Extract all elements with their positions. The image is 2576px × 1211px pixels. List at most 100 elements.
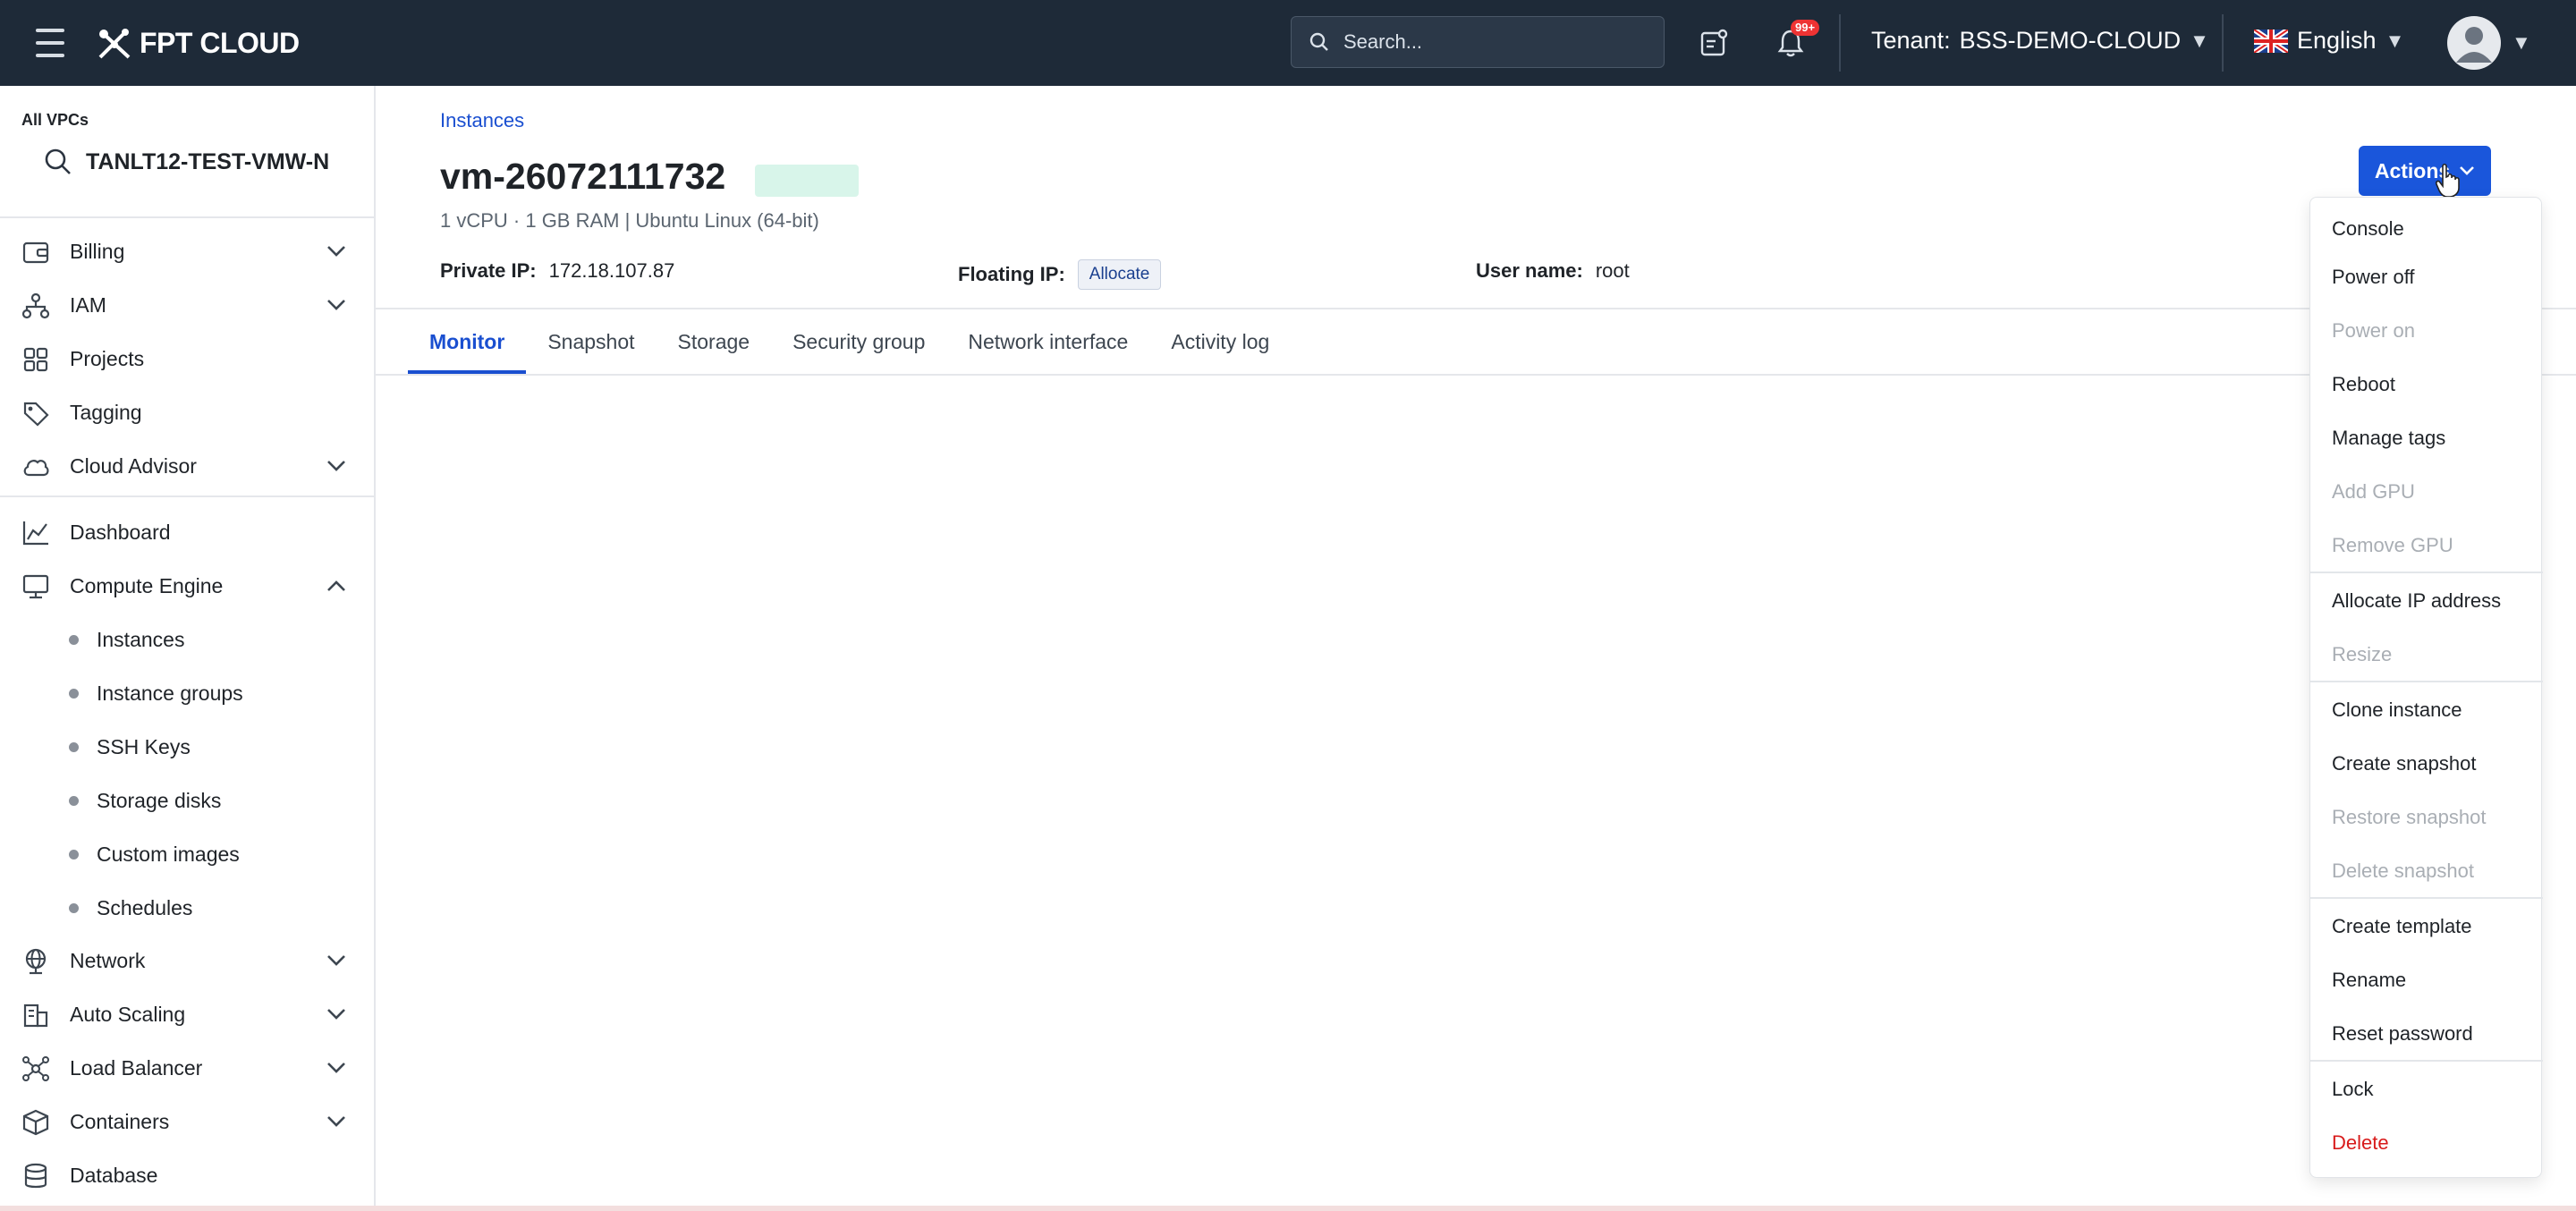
vm-specs: 1 vCPU · 1 GB RAM | Ubuntu Linux (64-bit…: [440, 209, 819, 232]
user-menu[interactable]: ▼: [2447, 16, 2531, 70]
org-tree-icon: [21, 292, 50, 319]
notifications-button[interactable]: 99+: [1771, 20, 1820, 63]
divider: [1839, 14, 1841, 72]
breadcrumb[interactable]: Instances: [440, 109, 524, 132]
chevron-up-icon: [327, 580, 345, 591]
language-selector[interactable]: English ▼: [2254, 27, 2404, 55]
bullet: [69, 741, 79, 752]
menu-item-allocate-ip-address[interactable]: Allocate IP address: [2332, 589, 2501, 613]
status-badge: [755, 165, 859, 197]
sidebar-subitem-instances[interactable]: Instances: [0, 614, 374, 665]
actions-button[interactable]: Actions: [2359, 146, 2491, 196]
sidebar-subitem-label: Custom images: [97, 842, 240, 866]
sidebar-subitem-label: SSH Keys: [97, 734, 191, 758]
sidebar-subitem-instance-groups[interactable]: Instance groups: [0, 668, 374, 718]
menu-divider: [2310, 1060, 2543, 1062]
menu-item-delete[interactable]: Delete: [2332, 1131, 2389, 1155]
tab-network-interface[interactable]: Network interface: [946, 309, 1149, 374]
globe-icon: [25, 948, 47, 975]
sidebar-item-iam[interactable]: IAM: [0, 278, 374, 332]
sidebar-item-label: Auto Scaling: [70, 1002, 186, 1026]
sidebar-item-compute-engine[interactable]: Compute Engine: [0, 559, 374, 613]
username-info: User name: root: [1476, 259, 1630, 283]
chart-line-icon: [22, 521, 48, 546]
sidebar-subitem-label: Schedules: [97, 895, 193, 919]
avatar: [2447, 16, 2501, 70]
caret-down-icon: ▼: [2190, 29, 2209, 52]
tab-security-group[interactable]: Security group: [771, 309, 946, 374]
vpc-label: All VPCs: [21, 111, 89, 129]
vpc-selector[interactable]: TANLT12-TEST-VMW-N: [43, 147, 329, 177]
tenant-selector[interactable]: Tenant: BSS-DEMO-CLOUD ▼: [1871, 27, 2209, 55]
sidebar-item-label: Containers: [70, 1109, 170, 1133]
menu-item-create-snapshot[interactable]: Create snapshot: [2332, 752, 2476, 775]
user-avatar-icon: [2456, 27, 2492, 63]
sidebar-subitem-custom-images[interactable]: Custom images: [0, 829, 374, 879]
hamburger-menu-icon[interactable]: [36, 29, 72, 57]
grid-icon: [23, 347, 48, 372]
menu-item-lock[interactable]: Lock: [2332, 1078, 2373, 1101]
sidebar-item-database[interactable]: Database: [0, 1148, 374, 1202]
ticket-button[interactable]: [1694, 23, 1733, 63]
chevron-down-icon: [327, 461, 345, 471]
divider: [0, 216, 374, 218]
menu-item-console[interactable]: Console: [2332, 217, 2404, 241]
sidebar-item-cloud-advisor[interactable]: Cloud Advisor: [0, 439, 374, 493]
logo-mark-icon: [98, 29, 131, 59]
sidebar-item-network[interactable]: Network: [0, 934, 374, 987]
sidebar-item-load-balancer[interactable]: Load Balancer: [0, 1041, 374, 1095]
chevron-down-icon: [327, 1009, 345, 1020]
sidebar-item-billing[interactable]: Billing: [0, 224, 374, 278]
sidebar-subitem-storage-disks[interactable]: Storage disks: [0, 775, 374, 826]
tab-storage[interactable]: Storage: [657, 309, 772, 374]
tenant-label: Tenant:: [1871, 27, 1951, 54]
page-title: vm-26072111732: [440, 156, 726, 197]
tab-snapshot[interactable]: Snapshot: [526, 309, 656, 374]
bullet: [69, 634, 79, 645]
menu-item-rename[interactable]: Rename: [2332, 969, 2406, 992]
chevron-down-icon: [327, 1063, 345, 1073]
cloud-icon: [23, 460, 49, 477]
chevron-down-icon: [327, 1116, 345, 1127]
sidebar-subitem-schedules[interactable]: Schedules: [0, 883, 374, 933]
building-icon: [23, 1004, 48, 1028]
main-content: Instances vm-26072111732 1 vCPU · 1 GB R…: [376, 86, 2576, 1211]
menu-item-power-off[interactable]: Power off: [2332, 266, 2415, 289]
menu-item-reset-password[interactable]: Reset password: [2332, 1022, 2473, 1046]
sidebar-item-auto-scaling[interactable]: Auto Scaling: [0, 987, 374, 1041]
menu-item-remove-gpu: Remove GPU: [2332, 534, 2453, 556]
chevron-down-icon: [327, 246, 345, 257]
sidebar-item-projects[interactable]: Projects: [0, 332, 374, 385]
menu-item-manage-tags[interactable]: Manage tags: [2332, 427, 2445, 450]
chevron-down-icon: [327, 300, 345, 310]
fpt-cloud-logo[interactable]: FPT CLOUD: [97, 23, 300, 63]
menu-divider: [2310, 572, 2543, 573]
global-search[interactable]: [1291, 16, 1665, 68]
private-ip-value: 172.18.107.87: [548, 259, 675, 282]
search-icon: [45, 148, 71, 174]
sidebar-item-tagging[interactable]: Tagging: [0, 385, 374, 439]
tab-monitor[interactable]: Monitor: [408, 309, 527, 374]
tag-icon: [23, 402, 49, 427]
vpc-value: TANLT12-TEST-VMW-N: [86, 148, 330, 174]
menu-item-clone-instance[interactable]: Clone instance: [2332, 699, 2462, 722]
sidebar-item-label: Tagging: [70, 400, 142, 424]
sidebar-item-containers[interactable]: Containers: [0, 1095, 374, 1148]
network-nodes-icon: [22, 1056, 49, 1081]
floating-ip-info: Floating IP: Allocate: [958, 259, 1162, 290]
sidebar-item-label: Cloud Advisor: [70, 453, 197, 478]
top-bar: FPT CLOUD 99+ Tenant: BSS-DEMO-CLOUD ▼: [0, 0, 2576, 86]
menu-item-reboot[interactable]: Reboot: [2332, 373, 2395, 396]
sidebar-subitem-label: Storage disks: [97, 788, 222, 812]
notification-badge: 99+: [1791, 20, 1820, 36]
private-ip-label: Private IP:: [440, 259, 537, 282]
allocate-floating-ip-button[interactable]: Allocate: [1077, 259, 1162, 290]
sidebar-subitem-ssh-keys[interactable]: SSH Keys: [0, 722, 374, 772]
sidebar-item-dashboard[interactable]: Dashboard: [0, 505, 374, 559]
menu-item-create-template[interactable]: Create template: [2332, 915, 2472, 938]
search-input[interactable]: [1342, 30, 1640, 55]
tab-activity-log[interactable]: Activity log: [1149, 309, 1291, 374]
username-value: root: [1595, 259, 1630, 282]
sidebar: All VPCs TANLT12-TEST-VMW-N Billing IAM: [0, 86, 376, 1211]
uk-flag-icon: [2254, 29, 2288, 53]
